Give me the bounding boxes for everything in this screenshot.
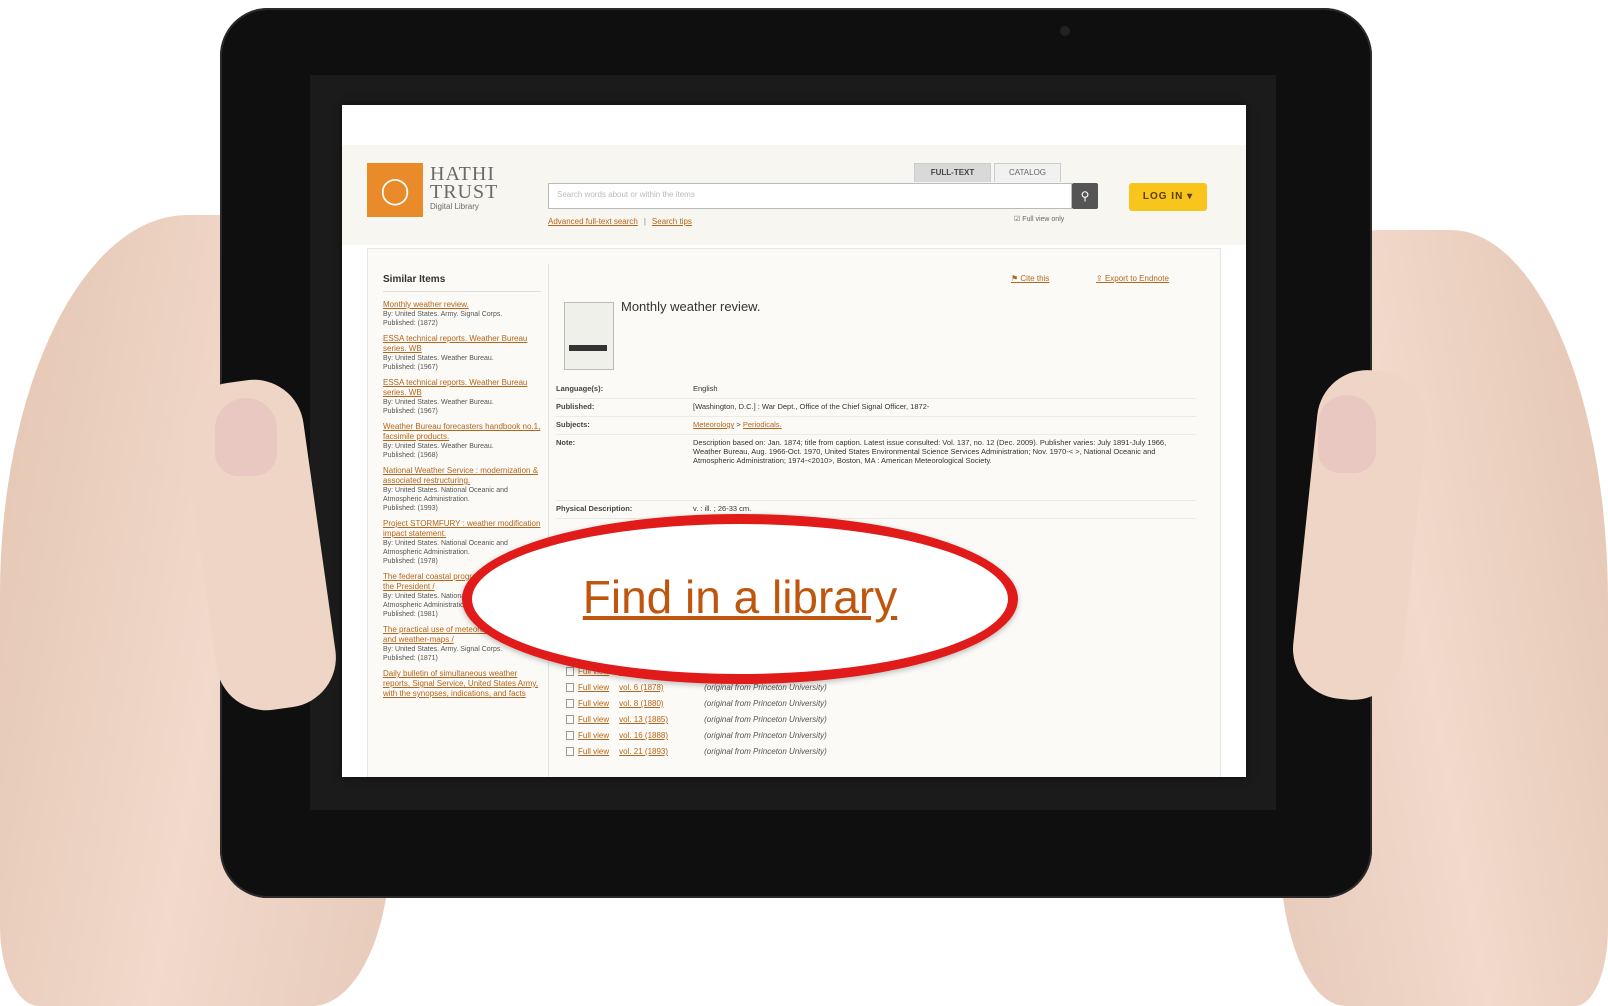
highlight-ellipse: Find in a library [462, 514, 1018, 684]
content-panel: Similar Items Monthly weather review. By:… [367, 248, 1221, 777]
note-label: Note: [556, 438, 576, 447]
search-placeholder: Search words about or within the items [557, 190, 695, 199]
language-label: Language(s): [556, 384, 604, 393]
subject-meteorology-link[interactable]: Meteorology [693, 420, 734, 429]
language-row: Language(s): English [556, 382, 1196, 399]
note-value: Description based on: Jan. 1874; title f… [693, 438, 1167, 465]
full-view-link[interactable]: Full view [578, 715, 609, 724]
volume-icon [566, 747, 574, 757]
divider [548, 264, 549, 777]
logo-line2: TRUST [430, 181, 499, 203]
similar-item-title-link[interactable]: Monthly weather review. [383, 300, 541, 310]
note-row: Note: Description based on: Jan. 1874; t… [556, 436, 1196, 501]
similar-item-title-link[interactable]: ESSA technical reports. Weather Bureau s… [383, 378, 541, 398]
subjects-label: Subjects: [556, 420, 590, 429]
similar-item: Monthly weather review. By: United States… [383, 300, 541, 328]
right-thumbnail [1318, 395, 1376, 473]
published-value: [Washington, D.C.] : War Dept., Office o… [693, 402, 930, 411]
camera-icon [1060, 26, 1070, 36]
volume-origin: (original from Princeton University) [704, 683, 827, 692]
login-button[interactable]: LOG IN ▾ [1129, 183, 1207, 211]
similar-item-title-link[interactable]: National Weather Service : modernization… [383, 466, 541, 486]
left-thumbnail [215, 398, 277, 476]
physical-description-value: v. : ill. ; 26-33 cm. [693, 504, 752, 513]
full-view-link[interactable]: Full view [578, 747, 609, 756]
similar-item-meta: Published: (1872) [383, 320, 438, 327]
subject-separator: > [736, 420, 741, 429]
cite-label: Cite this [1020, 274, 1050, 283]
export-label: Export to Endnote [1104, 274, 1169, 283]
volume-origin: (original from Princeton University) [704, 715, 827, 724]
subject-periodicals-link[interactable]: Periodicals. [743, 420, 782, 429]
similar-item: Weather Bureau forecasters handbook no.1… [383, 422, 541, 460]
cite-this-link[interactable]: ⚑ Cite this [1011, 274, 1049, 283]
tab-catalog[interactable]: CATALOG [994, 163, 1061, 182]
similar-item-meta: Published: (1993) [383, 505, 438, 512]
published-label: Published: [556, 402, 595, 411]
similar-item-title-link[interactable]: Weather Bureau forecasters handbook no.1… [383, 422, 541, 442]
volume-origin: (original from Princeton University) [704, 747, 827, 756]
similar-item: Daily bulletin of simultaneous weather r… [383, 669, 541, 699]
tab-full-text[interactable]: FULL-TEXT [914, 163, 991, 182]
full-view-link[interactable]: Full view [578, 683, 609, 692]
volume-origin: (original from Princeton University) [704, 699, 827, 708]
volume-link[interactable]: vol. 16 (1888) [619, 728, 704, 744]
volume-icon [566, 731, 574, 741]
volume-link[interactable]: vol. 13 (1885) [619, 712, 704, 728]
volume-row: Full view vol. 13 (1885) (original from Pr… [566, 712, 827, 728]
similar-item-title-link[interactable]: Daily bulletin of simultaneous weather r… [383, 669, 541, 699]
similar-item-meta: By: United States. National Oceanic and … [383, 487, 508, 503]
similar-item-meta: Published: (1871) [383, 655, 438, 662]
physical-description-label: Physical Description: [556, 504, 633, 513]
volume-row: Full view vol. 21 (1893) (original from Pr… [566, 744, 827, 760]
full-view-link[interactable]: Full view [578, 731, 609, 740]
search-tips-link[interactable]: Search tips [652, 217, 692, 226]
full-view-label: Full view only [1022, 216, 1065, 223]
similar-item-meta: Published: (1968) [383, 452, 438, 459]
volume-row: Full view vol. 16 (1888) (original from Pr… [566, 728, 827, 744]
volume-row: Full view vol. 8 (1880) (original from Pri… [566, 696, 827, 712]
login-label: LOG IN [1142, 191, 1184, 202]
physical-description-row: Physical Description: v. : ill. ; 26-33 … [556, 502, 1196, 519]
record-title: Monthly weather review. [621, 299, 761, 314]
logo-line3: Digital Library [430, 202, 479, 211]
similar-item-meta: By: United States. Army. Signal Corps. [383, 311, 503, 318]
elephant-logo-icon[interactable]: ◯ [367, 163, 423, 217]
similar-item-meta: By: United States. Weather Bureau. [383, 355, 494, 362]
volume-icon [566, 715, 574, 725]
similar-item: ESSA technical reports. Weather Bureau s… [383, 334, 541, 372]
export-endnote-link[interactable]: ⇪ Export to Endnote [1096, 274, 1169, 283]
search-links: Advanced full-text search | Search tips [548, 217, 692, 226]
subjects-row: Subjects: Meteorology > Periodicals. [556, 418, 1196, 435]
language-value: English [693, 384, 718, 393]
published-row: Published: [Washington, D.C.] : War Dept… [556, 400, 1196, 417]
sidebar-title: Similar Items [383, 274, 541, 292]
similar-item: National Weather Service : modernization… [383, 466, 541, 513]
volume-icon [566, 683, 574, 693]
similar-item-meta: Published: (1967) [383, 364, 438, 371]
similar-item-meta: By: United States. Weather Bureau. [383, 399, 494, 406]
volume-icon [566, 667, 574, 677]
similar-item-meta: Published: (1967) [383, 408, 438, 415]
search-icon[interactable]: ⚲ [1072, 183, 1098, 209]
similar-item: ESSA technical reports. Weather Bureau s… [383, 378, 541, 416]
volume-link[interactable]: vol. 21 (1893) [619, 744, 704, 760]
volume-origin: (original from Princeton University) [704, 731, 827, 740]
advanced-search-link[interactable]: Advanced full-text search [548, 217, 638, 226]
similar-item-title-link[interactable]: ESSA technical reports. Weather Bureau s… [383, 334, 541, 354]
similar-item-meta: By: United States. Weather Bureau. [383, 443, 494, 450]
find-in-library-link[interactable]: Find in a library [472, 570, 1008, 624]
site-header: ◯ HATHI TRUST Digital Library FULL-TEXT … [342, 145, 1246, 245]
full-view-checkbox[interactable]: ☑ Full view only [1014, 215, 1064, 223]
record-thumbnail[interactable] [564, 302, 614, 370]
full-view-link[interactable]: Full view [578, 699, 609, 708]
volume-icon [566, 699, 574, 709]
similar-item-title-link[interactable]: Project STORMFURY : weather modification… [383, 519, 541, 539]
search-input[interactable]: Search words about or within the items [548, 183, 1072, 209]
volume-link[interactable]: vol. 8 (1880) [619, 696, 704, 712]
